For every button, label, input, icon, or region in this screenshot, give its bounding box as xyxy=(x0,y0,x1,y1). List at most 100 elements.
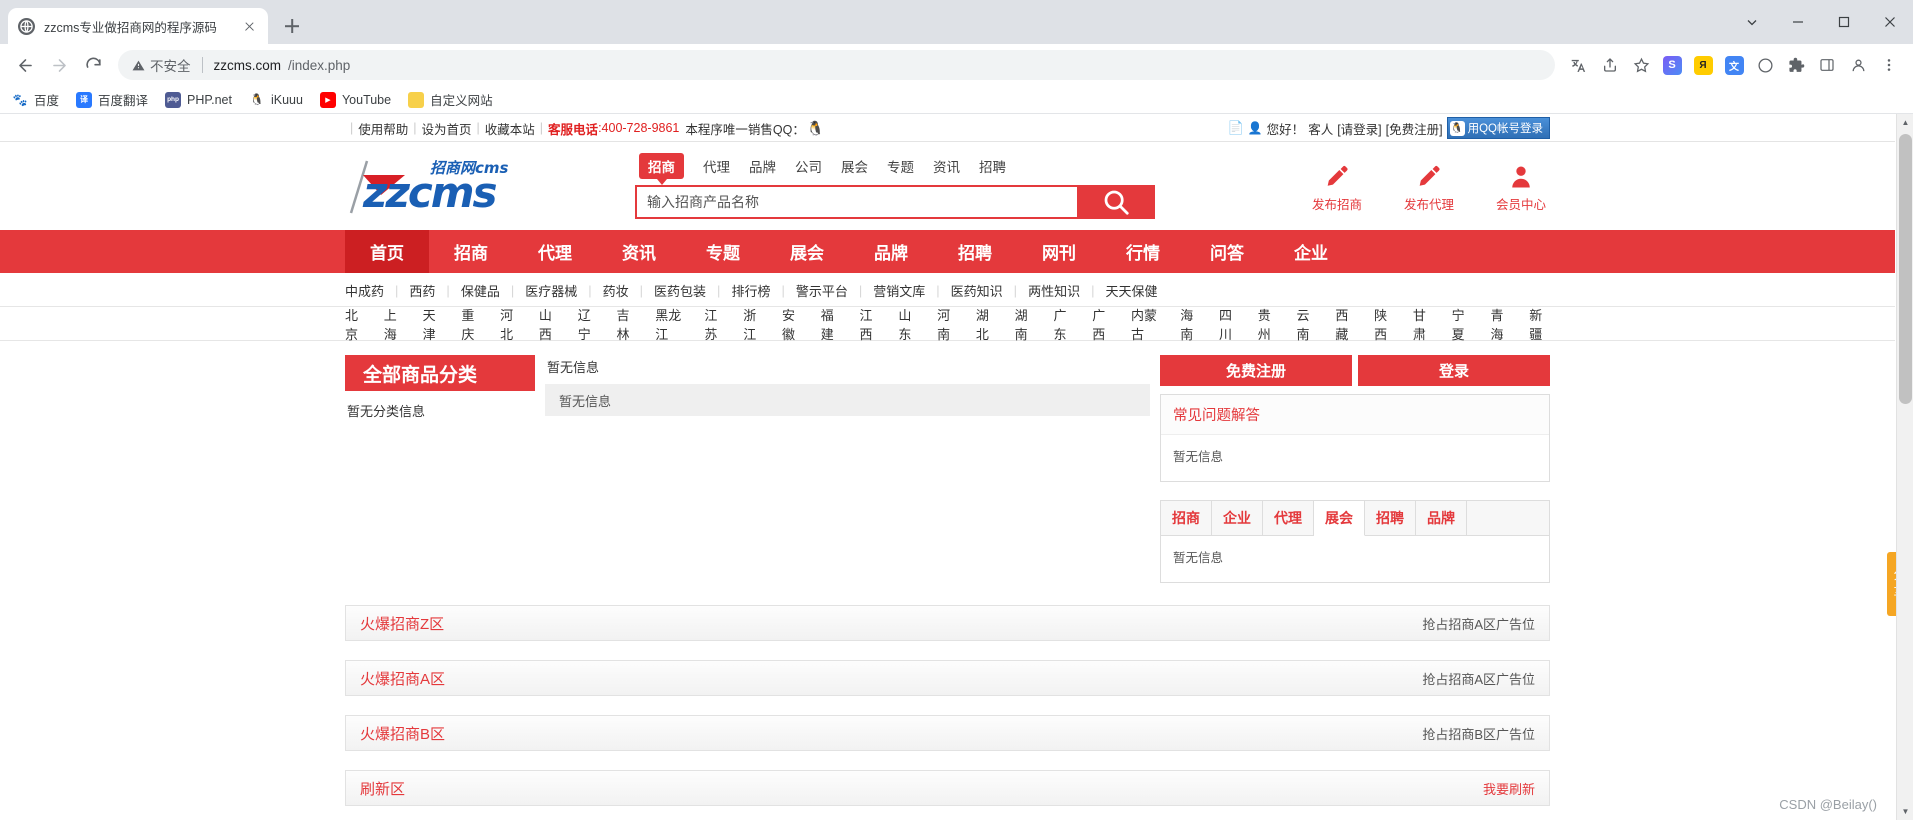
info-tab-daili[interactable]: 代理 xyxy=(1263,501,1314,535)
search-tab-zhanhui[interactable]: 展会 xyxy=(841,156,868,176)
zone-refresh-link[interactable]: 我要刷新 xyxy=(1483,779,1535,798)
bookmark-star-icon[interactable] xyxy=(1627,51,1655,79)
new-tab-button[interactable] xyxy=(278,12,306,40)
sidepanel-icon[interactable] xyxy=(1813,51,1841,79)
region-item[interactable]: 四川 xyxy=(1219,305,1240,343)
search-tab-zhaoshang[interactable]: 招商 xyxy=(639,153,684,185)
bookmark-item[interactable]: 自定义网站 xyxy=(408,90,493,109)
nav-item-zhanhui[interactable]: 展会 xyxy=(765,230,849,273)
bookmark-item[interactable]: 译 百度翻译 xyxy=(76,90,148,109)
region-item[interactable]: 重庆 xyxy=(461,305,482,343)
browser-tab[interactable]: zzcms专业做招商网的程序源码 xyxy=(8,8,268,44)
region-item[interactable]: 山西 xyxy=(539,305,560,343)
bookmark-item[interactable]: 🐾 百度 xyxy=(12,90,59,109)
search-tab-pinpai[interactable]: 品牌 xyxy=(749,156,776,176)
region-item[interactable]: 新疆 xyxy=(1529,305,1550,343)
nav-item-zixun[interactable]: 资讯 xyxy=(597,230,681,273)
region-item[interactable]: 山东 xyxy=(898,305,919,343)
region-item[interactable]: 河北 xyxy=(500,305,521,343)
puzzle-icon[interactable] xyxy=(1782,51,1810,79)
region-item[interactable]: 内蒙古 xyxy=(1131,305,1162,343)
translate-icon[interactable] xyxy=(1565,51,1593,79)
search-tab-zixun[interactable]: 资讯 xyxy=(933,156,960,176)
info-tab-zhaoshang[interactable]: 招商 xyxy=(1161,501,1212,535)
circle-icon[interactable] xyxy=(1751,51,1779,79)
region-item[interactable]: 广西 xyxy=(1092,305,1113,343)
not-secure-indicator[interactable]: 不安全 xyxy=(132,55,191,75)
close-icon[interactable] xyxy=(241,18,258,35)
reload-icon[interactable] xyxy=(78,50,108,80)
nav-item-hangqing[interactable]: 行情 xyxy=(1101,230,1185,273)
extension-s-icon[interactable]: S xyxy=(1658,51,1686,79)
zone-title[interactable]: 火爆招商A区 xyxy=(360,668,445,689)
region-item[interactable]: 西藏 xyxy=(1335,305,1356,343)
nav-item-zhaopin[interactable]: 招聘 xyxy=(933,230,1017,273)
region-item[interactable]: 江西 xyxy=(860,305,881,343)
subnav-item[interactable]: 医疗器械 xyxy=(525,281,577,300)
qq-login-button[interactable]: 🐧 用QQ帐号登录 xyxy=(1446,117,1550,139)
region-item[interactable]: 吉林 xyxy=(616,305,637,343)
region-item[interactable]: 安徽 xyxy=(782,305,803,343)
info-tab-zhanhui[interactable]: 展会 xyxy=(1314,501,1365,536)
login-link[interactable]: [请登录] xyxy=(1337,119,1381,138)
region-item[interactable]: 云南 xyxy=(1297,305,1318,343)
search-tab-daili[interactable]: 代理 xyxy=(703,156,730,176)
nav-item-wenda[interactable]: 问答 xyxy=(1185,230,1269,273)
register-button[interactable]: 免费注册 xyxy=(1160,355,1352,386)
bookmark-site-link[interactable]: 收藏本站 xyxy=(485,119,535,138)
help-link[interactable]: 使用帮助 xyxy=(358,119,408,138)
subnav-item[interactable]: 警示平台 xyxy=(796,281,848,300)
subnav-item[interactable]: 营销文库 xyxy=(873,281,925,300)
scroll-up-icon[interactable]: ▲ xyxy=(1897,114,1913,131)
zone-ad-link[interactable]: 抢占招商A区广告位 xyxy=(1422,614,1535,633)
subnav-item[interactable]: 医药知识 xyxy=(951,281,1003,300)
minimize-icon[interactable] xyxy=(1775,0,1821,44)
region-item[interactable]: 广东 xyxy=(1053,305,1074,343)
zone-title[interactable]: 火爆招商B区 xyxy=(360,723,445,744)
nav-item-zhaoshang[interactable]: 招商 xyxy=(429,230,513,273)
subnav-item[interactable]: 排行榜 xyxy=(731,281,770,300)
region-item[interactable]: 上海 xyxy=(384,305,405,343)
subnav-item[interactable]: 保健品 xyxy=(461,281,500,300)
region-item[interactable]: 甘肃 xyxy=(1413,305,1434,343)
site-logo[interactable]: zzcms 招商网cms xyxy=(345,155,585,217)
address-bar[interactable]: 不安全 zzcms.com/index.php xyxy=(118,50,1555,80)
nav-item-pinpai[interactable]: 品牌 xyxy=(849,230,933,273)
region-item[interactable]: 贵州 xyxy=(1258,305,1279,343)
region-item[interactable]: 海南 xyxy=(1180,305,1201,343)
info-tab-qiye[interactable]: 企业 xyxy=(1212,501,1263,535)
chevron-down-icon[interactable] xyxy=(1729,0,1775,44)
info-tab-pinpai[interactable]: 品牌 xyxy=(1416,501,1467,535)
region-item[interactable]: 江苏 xyxy=(704,305,725,343)
zone-title[interactable]: 火爆招商Z区 xyxy=(360,613,444,634)
subnav-item[interactable]: 两性知识 xyxy=(1028,281,1080,300)
subnav-item[interactable]: 医药包装 xyxy=(654,281,706,300)
google-translate-icon[interactable]: 文 xyxy=(1720,51,1748,79)
bookmark-item[interactable]: ▶ YouTube xyxy=(319,91,391,108)
publish-daili-button[interactable]: 发布代理 xyxy=(1400,160,1458,213)
forward-icon[interactable] xyxy=(44,50,74,80)
yandex-icon[interactable]: Я xyxy=(1689,51,1717,79)
close-window-icon[interactable] xyxy=(1867,0,1913,44)
region-item[interactable]: 陕西 xyxy=(1374,305,1395,343)
region-item[interactable]: 福建 xyxy=(821,305,842,343)
publish-zhaoshang-button[interactable]: 发布招商 xyxy=(1308,160,1366,213)
info-tab-zhaopin[interactable]: 招聘 xyxy=(1365,501,1416,535)
region-item[interactable]: 辽宁 xyxy=(578,305,599,343)
subnav-item[interactable]: 天天保健 xyxy=(1105,281,1157,300)
subnav-item[interactable]: 西药 xyxy=(409,281,435,300)
nav-item-qiye[interactable]: 企业 xyxy=(1269,230,1353,273)
share-icon[interactable] xyxy=(1596,51,1624,79)
subnav-item[interactable]: 药妆 xyxy=(603,281,629,300)
scrollbar-thumb[interactable] xyxy=(1899,134,1912,404)
nav-item-daili[interactable]: 代理 xyxy=(513,230,597,273)
maximize-icon[interactable] xyxy=(1821,0,1867,44)
region-item[interactable]: 天津 xyxy=(423,305,444,343)
page-scrollbar[interactable]: ▲ ▼ xyxy=(1896,114,1913,820)
region-item[interactable]: 北京 xyxy=(345,305,366,343)
region-item[interactable]: 青海 xyxy=(1490,305,1511,343)
back-icon[interactable] xyxy=(10,50,40,80)
search-button[interactable] xyxy=(1077,185,1155,219)
region-item[interactable]: 黑龙江 xyxy=(655,305,686,343)
member-center-button[interactable]: 会员中心 xyxy=(1492,160,1550,213)
